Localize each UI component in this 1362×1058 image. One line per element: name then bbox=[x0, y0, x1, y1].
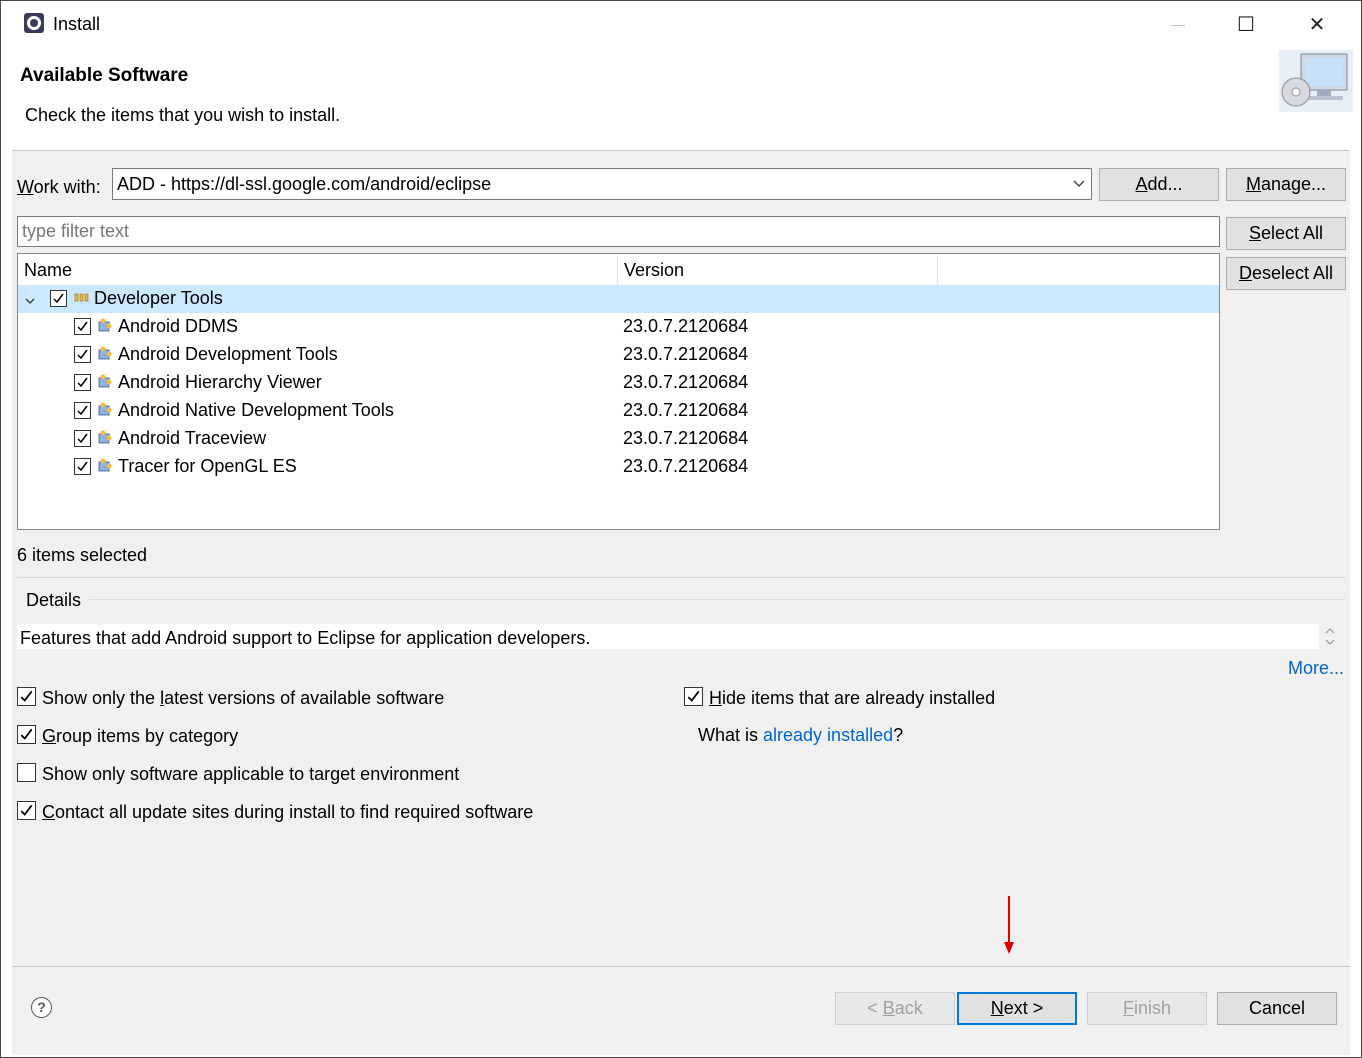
group-by-category-checkbox[interactable] bbox=[17, 725, 36, 744]
option-latest-versions[interactable]: Show only the latest versions of availab… bbox=[17, 687, 444, 709]
item-version: 23.0.7.2120684 bbox=[623, 428, 749, 448]
page-title: Available Software bbox=[20, 65, 189, 86]
target-environment-checkbox[interactable] bbox=[17, 763, 36, 782]
column-version[interactable]: Version bbox=[618, 254, 938, 284]
item-checkbox[interactable] bbox=[74, 402, 91, 419]
back-button[interactable]: < Back bbox=[835, 992, 955, 1025]
work-with-value: ADD - https://dl-ssl.google.com/android/… bbox=[117, 174, 492, 194]
item-checkbox[interactable] bbox=[74, 374, 91, 391]
manage-button[interactable]: Manage... bbox=[1226, 168, 1346, 201]
item-checkbox[interactable] bbox=[74, 346, 91, 363]
hide-installed-checkbox[interactable] bbox=[684, 687, 703, 706]
item-name: Android Native Development Tools bbox=[118, 400, 394, 420]
maximize-icon: ☐ bbox=[1237, 13, 1255, 36]
column-name[interactable]: Name bbox=[18, 254, 618, 284]
install-dialog: Install — ☐ ✕ Available Software Check t… bbox=[0, 0, 1362, 1058]
close-icon: ✕ bbox=[1308, 13, 1326, 36]
tree-row[interactable]: Android Development Tools 23.0.7.2120684 bbox=[18, 341, 1219, 369]
tree-row-category[interactable]: Developer Tools bbox=[18, 285, 1219, 313]
tree-row[interactable]: Android DDMS 23.0.7.2120684 bbox=[18, 313, 1219, 341]
work-with-combo[interactable]: ADD - https://dl-ssl.google.com/android/… bbox=[112, 168, 1092, 200]
item-checkbox[interactable] bbox=[74, 458, 91, 475]
minimize-icon: — bbox=[1171, 16, 1185, 32]
cancel-button[interactable]: Cancel bbox=[1217, 992, 1337, 1025]
install-cd-computer-icon bbox=[1279, 50, 1353, 112]
column-divider bbox=[937, 256, 938, 284]
already-installed-prompt: What is already installed? bbox=[698, 725, 904, 745]
deselect-all-button[interactable]: Deselect All bbox=[1226, 257, 1346, 290]
item-name: Android Traceview bbox=[118, 428, 267, 448]
category-label: Developer Tools bbox=[94, 288, 223, 308]
chevron-down-icon bbox=[1073, 169, 1085, 209]
next-button[interactable]: Next > bbox=[957, 992, 1077, 1025]
tree-row[interactable]: Android Hierarchy Viewer 23.0.7.2120684 bbox=[18, 369, 1219, 397]
contact-update-sites-checkbox[interactable] bbox=[17, 801, 36, 820]
more-link[interactable]: More... bbox=[1288, 658, 1344, 679]
item-name: Android Development Tools bbox=[118, 344, 338, 364]
work-with-label: Work with: bbox=[17, 177, 101, 197]
close-button[interactable]: ✕ bbox=[1282, 1, 1352, 47]
plugin-feature-icon bbox=[98, 346, 112, 360]
item-name: Android DDMS bbox=[118, 316, 239, 336]
item-name: Android Hierarchy Viewer bbox=[118, 372, 322, 392]
details-scrollbar[interactable] bbox=[1321, 624, 1339, 649]
plugin-feature-icon bbox=[98, 430, 112, 444]
latest-versions-checkbox[interactable] bbox=[17, 687, 36, 706]
plugin-feature-icon bbox=[98, 374, 112, 388]
already-installed-link[interactable]: already installed bbox=[763, 725, 893, 745]
minimize-button[interactable]: — bbox=[1143, 1, 1213, 47]
item-checkbox[interactable] bbox=[74, 430, 91, 447]
item-name: Tracer for OpenGL ES bbox=[118, 456, 297, 476]
item-version: 23.0.7.2120684 bbox=[623, 372, 749, 392]
filter-field[interactable] bbox=[17, 216, 1220, 247]
selection-status: 6 items selected bbox=[17, 545, 148, 565]
item-version: 23.0.7.2120684 bbox=[623, 400, 749, 420]
tree-row[interactable]: Tracer for OpenGL ES 23.0.7.2120684 bbox=[18, 453, 1219, 481]
help-icon[interactable]: ? bbox=[31, 997, 52, 1018]
filter-input[interactable] bbox=[18, 217, 1219, 246]
chevron-down-icon[interactable] bbox=[24, 291, 36, 312]
page-description: Check the items that you wish to install… bbox=[25, 105, 341, 125]
details-text: Features that add Android support to Ecl… bbox=[17, 624, 1319, 649]
option-group-by-category[interactable]: Group items by category bbox=[17, 725, 238, 747]
category-checkbox[interactable] bbox=[50, 290, 67, 307]
plugin-feature-icon bbox=[98, 458, 112, 472]
software-tree[interactable]: Name Version Developer Tools Android DDM… bbox=[17, 253, 1220, 530]
details-group-border bbox=[89, 599, 1345, 600]
maximize-button[interactable]: ☐ bbox=[1211, 1, 1281, 47]
eclipse-icon bbox=[24, 13, 44, 33]
status-divider bbox=[17, 577, 1345, 578]
tree-row[interactable]: Android Traceview 23.0.7.2120684 bbox=[18, 425, 1219, 453]
add-button[interactable]: Add... bbox=[1099, 168, 1219, 201]
item-version: 23.0.7.2120684 bbox=[623, 456, 749, 476]
category-icon bbox=[74, 293, 89, 302]
option-target-environment[interactable]: Show only software applicable to target … bbox=[17, 763, 459, 785]
item-version: 23.0.7.2120684 bbox=[623, 316, 749, 336]
item-version: 23.0.7.2120684 bbox=[623, 344, 749, 364]
annotation-arrow-icon bbox=[1004, 896, 1014, 954]
select-all-button[interactable]: Select All bbox=[1226, 217, 1346, 250]
option-contact-update-sites[interactable]: Contact all update sites during install … bbox=[17, 801, 533, 823]
tree-row[interactable]: Android Native Development Tools 23.0.7.… bbox=[18, 397, 1219, 425]
wizard-header: Available Software Check the items that … bbox=[1, 47, 1361, 150]
item-checkbox[interactable] bbox=[74, 318, 91, 335]
details-label: Details bbox=[26, 590, 82, 610]
plugin-feature-icon bbox=[98, 402, 112, 416]
option-hide-installed[interactable]: Hide items that are already installed bbox=[684, 687, 995, 709]
finish-button[interactable]: Finish bbox=[1087, 992, 1207, 1025]
title-bar: Install — ☐ ✕ bbox=[1, 1, 1361, 47]
plugin-feature-icon bbox=[98, 318, 112, 332]
window-title: Install bbox=[53, 14, 101, 34]
